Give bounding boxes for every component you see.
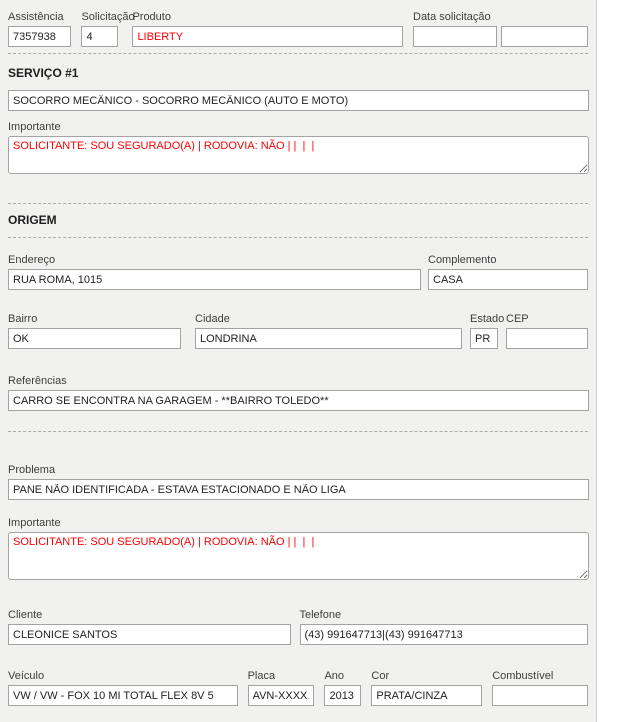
data-solicitacao-time-input[interactable]	[501, 26, 588, 47]
produto-input[interactable]	[132, 26, 403, 47]
referencias-input[interactable]	[8, 390, 589, 411]
placa-label: Placa	[247, 670, 276, 682]
bairro-row: Bairro Cidade Estado CEP	[8, 312, 588, 349]
telefone-field: Telefone	[299, 608, 588, 645]
solicitacao-label: Solicitação	[81, 11, 135, 23]
importante-label: Importante	[8, 517, 61, 529]
veiculo-input[interactable]	[8, 685, 238, 706]
veiculo-field: Veículo	[8, 669, 238, 706]
cor-label: Cor	[371, 670, 390, 682]
cor-input[interactable]	[371, 685, 483, 706]
produto-field: Produto	[132, 10, 403, 47]
servico-descricao-field	[8, 90, 589, 111]
servico-descricao-input[interactable]	[8, 90, 589, 111]
veiculo-row: Veículo Placa Ano Cor Combustível	[8, 669, 589, 706]
right-gutter	[598, 0, 621, 722]
servico-heading: SERVIÇO #1	[8, 66, 79, 80]
origem-heading: ORIGEM	[8, 213, 57, 227]
cep-field: CEP	[506, 312, 588, 349]
data-solicitacao-field: Data solicitação	[413, 10, 588, 47]
ano-label: Ano	[324, 670, 345, 682]
produto-label: Produto	[132, 11, 171, 23]
cidade-field: Cidade	[195, 312, 462, 349]
assistencia-field: Assistência	[8, 10, 72, 47]
bairro-label: Bairro	[8, 313, 38, 325]
cidade-input[interactable]	[195, 328, 462, 349]
data-solicitacao-label: Data solicitação	[413, 11, 491, 23]
cliente-label: Cliente	[8, 609, 43, 621]
solicitacao-field: Solicitação	[81, 10, 135, 47]
cliente-field: Cliente	[8, 608, 291, 645]
ano-field: Ano	[324, 669, 362, 706]
telefone-label: Telefone	[299, 609, 342, 621]
header-row: Assistência Solicitação Produto Data sol…	[8, 10, 588, 47]
estado-input[interactable]	[470, 328, 498, 349]
complemento-label: Complemento	[428, 254, 497, 266]
referencias-field: Referências	[8, 374, 589, 411]
veiculo-label: Veículo	[8, 670, 45, 682]
combustivel-label: Combustível	[492, 670, 554, 682]
assistencia-label: Assistência	[8, 11, 64, 23]
cor-field: Cor	[371, 669, 483, 706]
cliente-input[interactable]	[8, 624, 291, 645]
complemento-input[interactable]	[428, 269, 588, 290]
combustivel-field: Combustível	[492, 669, 589, 706]
placa-input[interactable]	[247, 685, 315, 706]
bairro-input[interactable]	[8, 328, 181, 349]
cep-label: CEP	[506, 313, 529, 325]
separator	[8, 203, 588, 204]
data-solicitacao-date-input[interactable]	[413, 26, 497, 47]
cep-input[interactable]	[506, 328, 588, 349]
problema-label: Problema	[8, 464, 56, 476]
importante-textarea[interactable]: SOLICITANTE: SOU SEGURADO(A) | RODOVIA: …	[8, 532, 589, 580]
referencias-label: Referências	[8, 375, 67, 387]
solicitacao-input[interactable]	[81, 26, 119, 47]
endereco-label: Endereço	[8, 254, 56, 266]
estado-label: Estado	[470, 313, 505, 325]
complemento-field: Complemento	[428, 253, 588, 290]
separator	[8, 431, 588, 432]
service-request-form: Assistência Solicitação Produto Data sol…	[0, 0, 597, 722]
endereco-field: Endereço	[8, 253, 421, 290]
endereco-row: Endereço Complemento	[8, 253, 588, 290]
servico-importante-label: Importante	[8, 121, 61, 133]
servico-importante-field: Importante SOLICITANTE: SOU SEGURADO(A) …	[8, 120, 589, 179]
problema-field: Problema	[8, 463, 589, 500]
placa-field: Placa	[247, 669, 315, 706]
combustivel-input[interactable]	[492, 685, 589, 706]
endereco-input[interactable]	[8, 269, 421, 290]
assistencia-input[interactable]	[8, 26, 72, 47]
cliente-row: Cliente Telefone	[8, 608, 588, 645]
separator	[8, 53, 588, 54]
cidade-label: Cidade	[195, 313, 230, 325]
ano-input[interactable]	[324, 685, 362, 706]
servico-importante-textarea[interactable]: SOLICITANTE: SOU SEGURADO(A) | RODOVIA: …	[8, 136, 589, 174]
bairro-field: Bairro	[8, 312, 181, 349]
telefone-input[interactable]	[299, 624, 588, 645]
problema-input[interactable]	[8, 479, 589, 500]
separator	[8, 237, 588, 238]
importante-field: Importante SOLICITANTE: SOU SEGURADO(A) …	[8, 516, 589, 585]
estado-field: Estado	[470, 312, 505, 349]
